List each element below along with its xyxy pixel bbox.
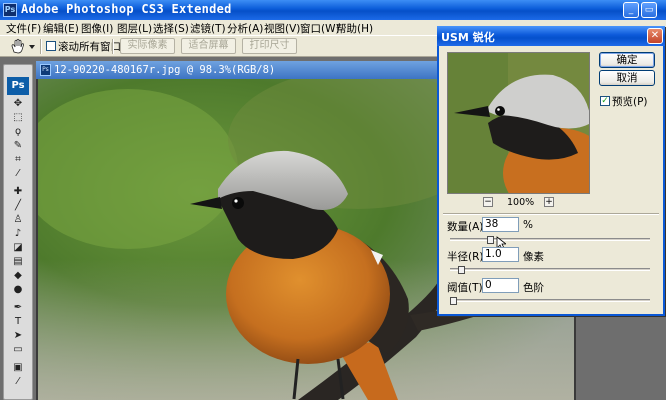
app-title-bar: Ps Adobe Photoshop CS3 Extended _ ▭ [0, 0, 666, 20]
clone-stamp-icon[interactable]: ♙ [9, 213, 27, 226]
zoom-out-button[interactable]: − [483, 197, 493, 207]
radius-unit: 像素 [523, 251, 544, 263]
menu-analysis[interactable]: 分析(A) [227, 21, 263, 36]
healing-icon[interactable]: ✚ [9, 185, 27, 198]
amount-input[interactable]: 38 [482, 217, 519, 232]
menu-select[interactable]: 选择(S) [153, 21, 189, 36]
actual-pixels-button[interactable]: 实际像素 [120, 38, 175, 54]
ok-button[interactable]: 确定 [599, 52, 655, 68]
dodge-icon[interactable]: ● [9, 283, 27, 296]
shape-icon[interactable]: ▭ [9, 343, 27, 356]
unsharp-mask-dialog: USM 锐化 ✕ 确定 取消 ✓ 预览(P) − 100% + 数量(A): 3… [437, 26, 665, 316]
toolbox: Ps ✥ ⬚ ϙ ✎ ⌗ ⁄ ✚ ╱ ♙ ♪ ◪ ▤ ◆ ● ✒ T ➤ ▭ ▣… [3, 64, 33, 400]
zoom-level: 100% [507, 197, 535, 208]
options-separator [40, 39, 42, 54]
document-icon: Ps [40, 64, 51, 76]
blur-icon[interactable]: ◆ [9, 269, 27, 282]
zoom-in-button[interactable]: + [544, 197, 554, 207]
close-icon[interactable]: ✕ [647, 28, 663, 44]
tool-preset-picker[interactable] [8, 38, 38, 55]
preview-label: 预览(P) [612, 96, 648, 108]
menu-edit[interactable]: 编辑(E) [43, 21, 79, 36]
crop-icon[interactable]: ⌗ [9, 153, 27, 166]
photoshop-app-icon: Ps [3, 3, 17, 17]
menu-image[interactable]: 图像(I) [81, 21, 113, 36]
print-size-button[interactable]: 打印尺寸 [242, 38, 297, 54]
pen-icon[interactable]: ✒ [9, 301, 27, 314]
menu-window[interactable]: 窗口(W) [300, 21, 340, 36]
eraser-icon[interactable]: ◪ [9, 241, 27, 254]
options-separator [112, 39, 114, 54]
preview-bird-image [448, 53, 589, 193]
minimize-icon[interactable]: _ [623, 2, 639, 18]
threshold-input[interactable]: 0 [482, 278, 519, 293]
preview-checkbox[interactable]: ✓ [600, 96, 610, 106]
eyedropper-icon[interactable]: ⁄ [9, 167, 27, 180]
amount-slider-thumb[interactable] [486, 236, 494, 244]
amount-label: 数量(A): [447, 221, 487, 233]
gradient-icon[interactable]: ▤ [9, 255, 27, 268]
marquee-icon[interactable]: ⬚ [9, 111, 27, 124]
document-title: 12-90220-480167r.jpg @ 98.3%(RGB/8) [54, 64, 276, 76]
menu-help[interactable]: 帮助(H) [336, 21, 373, 36]
threshold-slider[interactable] [450, 299, 650, 302]
app-title: Adobe Photoshop CS3 Extended [21, 2, 232, 16]
lasso-icon[interactable]: ϙ [9, 125, 27, 138]
menu-layer[interactable]: 图层(L) [117, 21, 152, 36]
dialog-title: USM 锐化 [441, 31, 495, 44]
menu-filter[interactable]: 滤镜(T) [190, 21, 226, 36]
fit-screen-button[interactable]: 适合屏幕 [181, 38, 236, 54]
amount-unit: % [523, 219, 533, 231]
amount-slider[interactable] [450, 238, 650, 241]
move-icon[interactable]: ✥ [9, 97, 27, 110]
scroll-all-windows-checkbox[interactable] [46, 41, 56, 51]
notes-icon[interactable]: ▣ [9, 361, 27, 374]
brush-icon[interactable]: ╱ [9, 199, 27, 212]
threshold-label: 阈值(T): [447, 282, 487, 294]
dialog-preview[interactable] [447, 52, 590, 194]
threshold-unit: 色阶 [523, 282, 544, 294]
menu-view[interactable]: 视图(V) [264, 21, 300, 36]
radius-slider[interactable] [450, 268, 650, 271]
path-select-icon[interactable]: ➤ [9, 329, 27, 342]
ps-logo: Ps [7, 77, 29, 95]
radius-slider-thumb[interactable] [457, 266, 465, 274]
menu-file[interactable]: 文件(F) [6, 21, 41, 36]
quick-select-icon[interactable]: ✎ [9, 139, 27, 152]
dialog-title-bar[interactable]: USM 锐化 ✕ [437, 26, 665, 46]
hand-icon [11, 38, 35, 54]
type-icon[interactable]: T [9, 315, 27, 328]
dialog-separator [443, 213, 659, 215]
radius-input[interactable]: 1.0 [482, 247, 519, 262]
history-brush-icon[interactable]: ♪ [9, 227, 27, 240]
threshold-slider-thumb[interactable] [450, 297, 457, 305]
restore-icon[interactable]: ▭ [641, 2, 657, 18]
cancel-button[interactable]: 取消 [599, 70, 655, 86]
eyedropper-2-icon[interactable]: ⁄ [9, 375, 27, 388]
